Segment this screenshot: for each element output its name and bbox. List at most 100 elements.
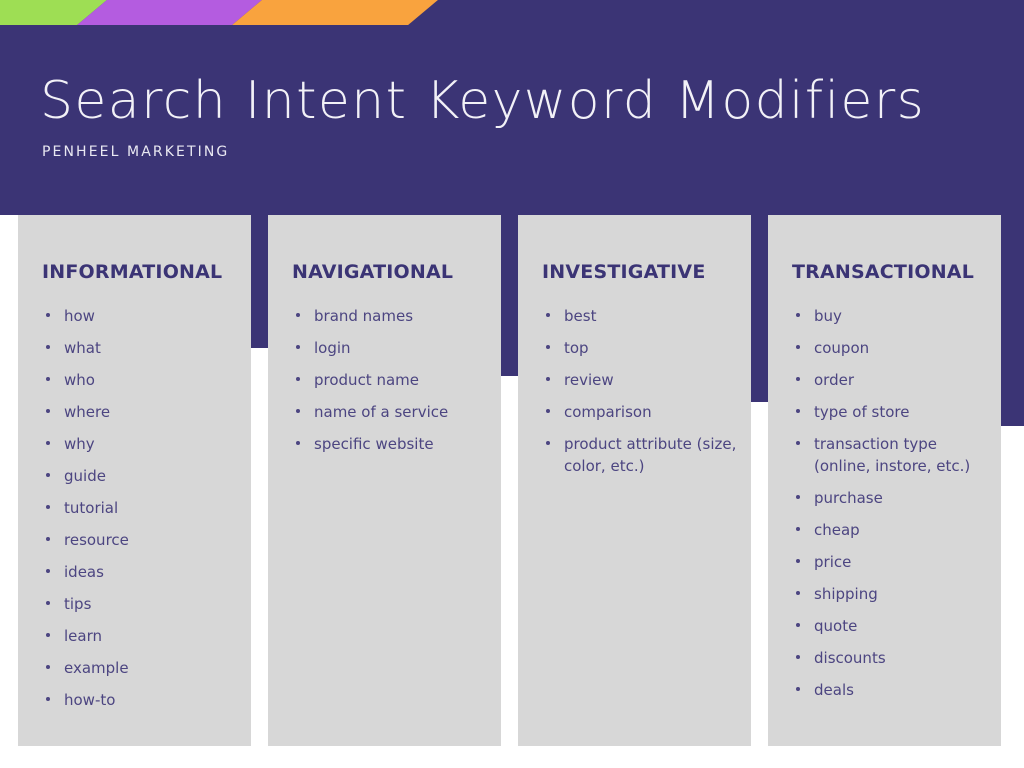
bullet-icon	[296, 409, 300, 413]
keyword-label: tutorial	[64, 499, 119, 517]
bullet-icon	[46, 377, 50, 381]
category-card-investigative: INVESTIGATIVE best top review comparison pro…	[518, 215, 751, 746]
bullet-icon	[796, 655, 800, 659]
keyword-list-item: comparison	[542, 401, 737, 423]
keyword-label: how-to	[64, 691, 116, 709]
bullet-icon	[796, 591, 800, 595]
bullet-icon	[46, 601, 50, 605]
bullet-icon	[46, 697, 50, 701]
keyword-label: who	[64, 371, 95, 389]
category-card-navigational: NAVIGATIONAL brand names login product nam…	[268, 215, 501, 746]
bullet-icon	[546, 377, 550, 381]
keyword-label: ideas	[64, 563, 104, 581]
keyword-label: example	[64, 659, 129, 677]
keyword-list-item: buy	[792, 305, 987, 327]
keyword-list: how what who where why guide tutorial resource i…	[42, 305, 237, 711]
bullet-icon	[46, 409, 50, 413]
background-pillar-1	[251, 215, 268, 348]
bullet-icon	[546, 409, 550, 413]
background-pillar-2	[501, 215, 518, 376]
keyword-label: specific website	[314, 435, 434, 453]
bullet-icon	[296, 313, 300, 317]
keyword-list-item: purchase	[792, 487, 987, 509]
brand-subtitle: PENHEEL MARKETING	[42, 144, 230, 160]
stripe-orange-shape	[232, 0, 438, 25]
bullet-icon	[796, 687, 800, 691]
bullet-icon	[296, 345, 300, 349]
keyword-label: learn	[64, 627, 102, 645]
keyword-list-item: where	[42, 401, 237, 423]
bullet-icon	[46, 473, 50, 477]
keyword-list-item: order	[792, 369, 987, 391]
keyword-label: coupon	[814, 339, 870, 357]
background-pillar-3	[751, 215, 768, 402]
keyword-label: quote	[814, 617, 858, 635]
keyword-label: deals	[814, 681, 854, 699]
bullet-icon	[796, 313, 800, 317]
keyword-list-item: review	[542, 369, 737, 391]
bullet-icon	[796, 623, 800, 627]
keyword-list-item: how-to	[42, 689, 237, 711]
bullet-icon	[796, 559, 800, 563]
bullet-icon	[46, 313, 50, 317]
keyword-label: product attribute (size, color, etc.)	[564, 435, 737, 475]
keyword-list-item: learn	[42, 625, 237, 647]
keyword-list-item: specific website	[292, 433, 487, 455]
stripe-purple-shape	[77, 0, 262, 25]
keyword-label: transaction type (online, instore, etc.)	[814, 435, 971, 475]
keyword-list-item: transaction type (online, instore, etc.)	[792, 433, 987, 477]
bullet-icon	[46, 345, 50, 349]
keyword-list-item: product name	[292, 369, 487, 391]
keyword-label: how	[64, 307, 95, 325]
keyword-label: review	[564, 371, 614, 389]
page-title: Search Intent Keyword Modifiers	[40, 71, 926, 131]
keyword-list: best top review comparison product attribute…	[542, 305, 737, 477]
keyword-label: login	[314, 339, 351, 357]
keyword-list-item: resource	[42, 529, 237, 551]
keyword-list: buy coupon order type of store transaction t…	[792, 305, 987, 701]
keyword-list-item: price	[792, 551, 987, 573]
keyword-list-item: best	[542, 305, 737, 327]
keyword-label: buy	[814, 307, 842, 325]
keyword-list-item: top	[542, 337, 737, 359]
poster-header: Search Intent Keyword Modifiers PENHEEL …	[40, 68, 990, 160]
keyword-list: brand names login product name name of a se…	[292, 305, 487, 455]
bullet-icon	[46, 505, 50, 509]
background-pillar-4	[1001, 215, 1024, 426]
keyword-label: guide	[64, 467, 106, 485]
bullet-icon	[796, 409, 800, 413]
keyword-label: brand names	[314, 307, 414, 325]
bullet-icon	[46, 537, 50, 541]
keyword-list-item: quote	[792, 615, 987, 637]
category-card-transactional: TRANSACTIONAL buy coupon order type of stor…	[768, 215, 1001, 746]
bullet-icon	[546, 345, 550, 349]
bullet-icon	[546, 441, 550, 445]
keyword-label: tips	[64, 595, 92, 613]
category-title: INVESTIGATIVE	[542, 261, 706, 283]
keyword-list-item: product attribute (size, color, etc.)	[542, 433, 737, 477]
keyword-list-item: shipping	[792, 583, 987, 605]
bullet-icon	[796, 527, 800, 531]
bullet-icon	[546, 313, 550, 317]
bullet-icon	[46, 569, 50, 573]
keyword-label: top	[564, 339, 589, 357]
keyword-list-item: cheap	[792, 519, 987, 541]
keyword-list-item: ideas	[42, 561, 237, 583]
keyword-list-item: deals	[792, 679, 987, 701]
bullet-icon	[796, 345, 800, 349]
keyword-list-item: what	[42, 337, 237, 359]
keyword-list-item: brand names	[292, 305, 487, 327]
keyword-list-item: coupon	[792, 337, 987, 359]
keyword-label: why	[64, 435, 95, 453]
category-title: NAVIGATIONAL	[292, 261, 454, 283]
keyword-label: what	[64, 339, 101, 357]
bullet-icon	[796, 495, 800, 499]
keyword-list-item: why	[42, 433, 237, 455]
keyword-label: price	[814, 553, 852, 571]
bullet-icon	[796, 441, 800, 445]
keyword-list-item: who	[42, 369, 237, 391]
keyword-label: product name	[314, 371, 419, 389]
keyword-label: cheap	[814, 521, 860, 539]
keyword-list-item: guide	[42, 465, 237, 487]
keyword-list-item: example	[42, 657, 237, 679]
